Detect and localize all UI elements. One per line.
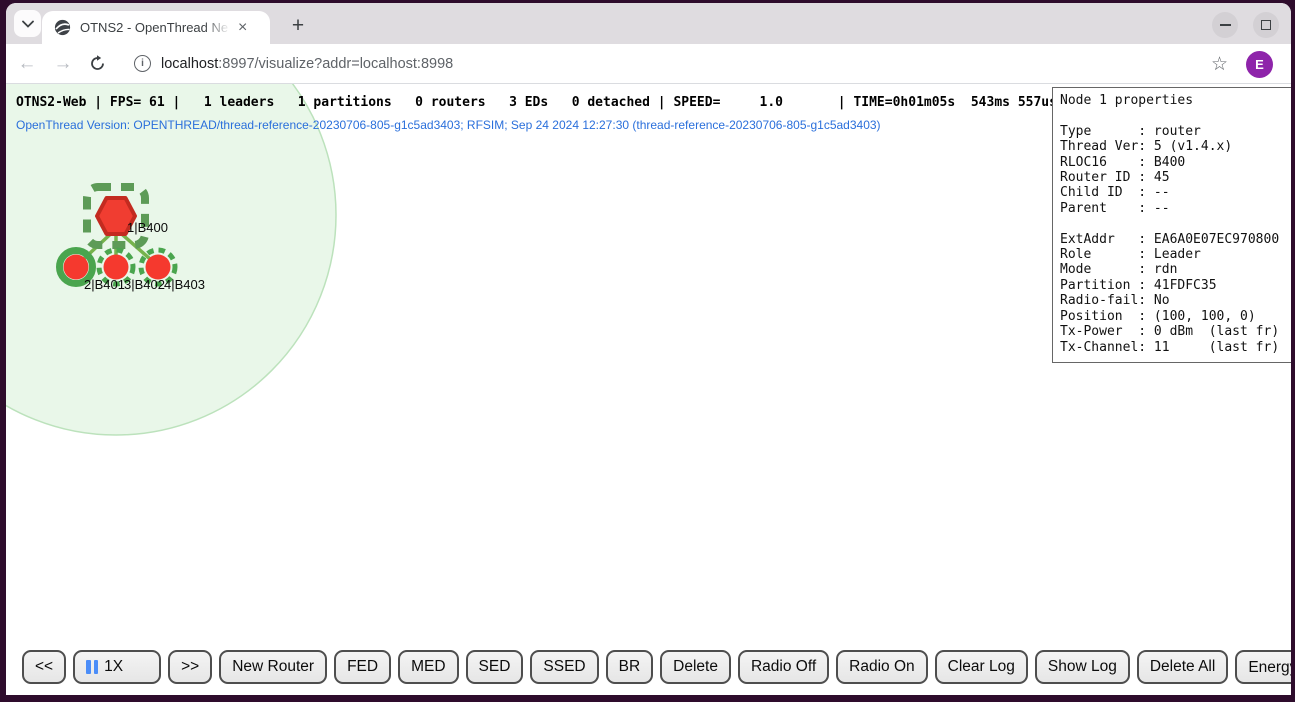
speed-label: 1X: [104, 658, 123, 676]
navigation-bar: ← → i localhost:8997/visualize?addr=loca…: [6, 44, 1291, 84]
reload-button[interactable]: [82, 49, 112, 79]
new-br-button[interactable]: BR: [606, 650, 654, 684]
speed-decrease-button[interactable]: <<: [22, 650, 66, 684]
openthread-version-line: OpenThread Version: OPENTHREAD/thread-re…: [16, 118, 881, 132]
node-1-label: 1|B400: [127, 220, 168, 235]
back-button[interactable]: ←: [12, 49, 42, 79]
node-3-dot[interactable]: [104, 255, 129, 280]
node-2-label: 2|B401: [84, 277, 125, 292]
delete-all-button[interactable]: Delete All: [1137, 650, 1228, 684]
new-router-button[interactable]: New Router: [219, 650, 327, 684]
url-path: :8997/visualize?addr=localhost:8998: [218, 56, 453, 72]
node-4-label: 4|B403: [164, 277, 205, 292]
otns-canvas: 1|B400 2|B401 3|B402 4|B403 OTNS2-Web | …: [6, 84, 1291, 695]
node-properties-text: Node 1 properties Type : router Thread V…: [1060, 93, 1291, 355]
bookmark-star-icon[interactable]: ☆: [1211, 53, 1228, 76]
new-med-button[interactable]: MED: [398, 650, 458, 684]
simulation-status-bar: OTNS2-Web | FPS= 61 | 1 leaders 1 partit…: [16, 95, 1057, 110]
node-properties-panel: Node 1 properties Type : router Thread V…: [1052, 87, 1291, 363]
chevron-down-icon: [22, 20, 34, 28]
node-2-dot[interactable]: [64, 255, 89, 280]
clear-log-button[interactable]: Clear Log: [935, 650, 1028, 684]
energy-stats-button[interactable]: Energy-stats ↗: [1235, 650, 1291, 684]
globe-favicon-icon: [54, 19, 71, 36]
forward-button[interactable]: →: [48, 49, 78, 79]
navbar-right: ☆ E: [1211, 44, 1291, 84]
new-sed-button[interactable]: SED: [466, 650, 524, 684]
browser-window: OTNS2 - OpenThread Ne × + ← → i localhos…: [6, 3, 1291, 695]
profile-avatar[interactable]: E: [1246, 51, 1273, 78]
maximize-icon: [1261, 20, 1271, 30]
pause-icon: [86, 660, 98, 674]
tab-search-button[interactable]: [14, 10, 41, 37]
radio-off-button[interactable]: Radio Off: [738, 650, 829, 684]
reload-icon: [89, 55, 106, 72]
new-ssed-button[interactable]: SSED: [530, 650, 598, 684]
new-tab-button[interactable]: +: [284, 12, 312, 40]
url-host: localhost: [161, 56, 218, 72]
tab-otns2[interactable]: OTNS2 - OpenThread Ne ×: [42, 11, 270, 44]
delete-button[interactable]: Delete: [660, 650, 731, 684]
new-fed-button[interactable]: FED: [334, 650, 391, 684]
radio-on-button[interactable]: Radio On: [836, 650, 927, 684]
maximize-button[interactable]: [1253, 12, 1279, 38]
node-4-dot[interactable]: [146, 255, 171, 280]
minimize-icon: [1220, 24, 1231, 26]
url-bar[interactable]: localhost:8997/visualize?addr=localhost:…: [161, 56, 453, 72]
minimize-button[interactable]: [1212, 12, 1238, 38]
tab-close-icon[interactable]: ×: [234, 19, 251, 37]
simulation-toolbar: << 1X >> New Router FED MED SED SSED BR …: [22, 650, 1291, 684]
show-log-button[interactable]: Show Log: [1035, 650, 1130, 684]
pause-speed-button[interactable]: 1X: [73, 650, 161, 684]
tab-strip: OTNS2 - OpenThread Ne × +: [6, 3, 1291, 44]
node-3-label: 3|B402: [124, 277, 165, 292]
speed-increase-button[interactable]: >>: [168, 650, 212, 684]
tab-title: OTNS2 - OpenThread Ne: [80, 20, 230, 35]
site-info-icon[interactable]: i: [134, 55, 151, 72]
